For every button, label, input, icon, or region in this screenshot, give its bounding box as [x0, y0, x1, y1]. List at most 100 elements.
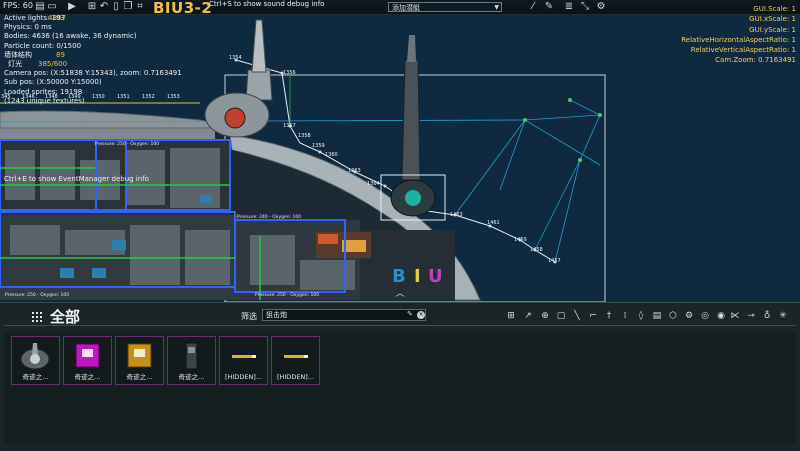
- crop-icon[interactable]: ⌗: [134, 1, 146, 13]
- node-label: 1458: [530, 247, 543, 253]
- turret-icon: [20, 343, 50, 370]
- light-label: 灯光: [8, 59, 22, 68]
- category-title: 全部: [50, 308, 81, 326]
- tool-icon[interactable]: ╲: [571, 310, 583, 322]
- hammer-icon[interactable]: ↗: [522, 310, 534, 322]
- node-label: 1457: [548, 258, 561, 264]
- wrench-icon[interactable]: ⊸: [745, 310, 757, 322]
- bullet-icon: [232, 355, 256, 358]
- list-icon[interactable]: ≣: [563, 1, 575, 13]
- editor-viewport[interactable]: B I U 1354 1356 1357 1358 1359 1360 1363…: [0, 0, 800, 302]
- medkit-icon[interactable]: ⊕: [539, 310, 551, 322]
- ammo-icon[interactable]: ⁞: [619, 310, 631, 322]
- item-list: 奇迹之... 奇迹之... 奇迹之... 奇迹之... [HIDDEN]... …: [4, 333, 796, 445]
- node-label: 1357: [283, 123, 296, 129]
- body-count: Bodies: 4636 (16 awake, 36 dynamic): [4, 32, 137, 41]
- bullet-icon: [284, 355, 308, 358]
- orb-icon[interactable]: ◉: [715, 310, 727, 322]
- room-label: Pressure: 240 - Oxygen: 100: [237, 214, 301, 220]
- room-label: Pressure: 250 - Oxygen: 100: [95, 141, 159, 147]
- dropdown-value: 添加潜艇: [392, 4, 420, 12]
- item-slot[interactable]: 奇迹之...: [115, 336, 164, 385]
- dagger-icon[interactable]: †: [603, 310, 615, 322]
- grid-icon[interactable]: ⊞: [505, 310, 517, 322]
- chevron-up-icon: ︿: [395, 289, 405, 299]
- save-icon[interactable]: ▤: [34, 1, 46, 13]
- gui-yscale: GUI.yScale: 1: [749, 25, 796, 34]
- node-label: 1363: [348, 168, 361, 174]
- filter-label: 筛选: [241, 312, 257, 321]
- camera-pos: Camera pos: (X:51838 Y:15343), zoom: 0.7…: [4, 69, 182, 78]
- bulb-icon[interactable]: ♁: [761, 310, 773, 322]
- item-label: [HIDDEN]...: [276, 373, 315, 381]
- item-label: 奇迹之...: [126, 373, 153, 381]
- hull-letter-i: I: [414, 266, 421, 287]
- node-label: 1358: [298, 133, 311, 139]
- item-label: 奇迹之...: [74, 373, 101, 381]
- filter-input[interactable]: [262, 309, 426, 321]
- shell-icon[interactable]: ◊: [635, 310, 647, 322]
- collapse-panel-button[interactable]: ︿: [393, 289, 407, 299]
- cam-zoom: Cam.Zoom: 0.7163491: [715, 56, 796, 65]
- node-label: 1359: [312, 143, 325, 149]
- loader-icon: [185, 342, 198, 370]
- particle-count: Particle count: 0/1500: [4, 41, 82, 50]
- item-slot[interactable]: 奇迹之...: [63, 336, 112, 385]
- sub-pos: Sub pos: (X:50000 Y:15000): [4, 78, 102, 87]
- horizontal-aspect: RelativeHorizontalAspectRatio: 1: [681, 35, 796, 44]
- gear-icon[interactable]: ⚙: [683, 310, 695, 322]
- panel-divider: [4, 325, 796, 326]
- chip-icon[interactable]: ⬡: [667, 310, 679, 322]
- star-icon[interactable]: ✳: [777, 310, 789, 322]
- room-label: Pressure: 250 - Oxygen: 100: [5, 292, 69, 298]
- room-label: Pressure: 250 - Oxygen: 100: [255, 292, 319, 298]
- undo-icon[interactable]: ↶: [98, 1, 110, 13]
- pencil-icon: ✎: [407, 310, 413, 318]
- node-label: 1360: [325, 152, 338, 158]
- item-label: 奇迹之...: [22, 373, 49, 381]
- pencil-icon[interactable]: ✎: [543, 1, 555, 13]
- item-slot[interactable]: [HIDDEN]...: [271, 336, 320, 385]
- gear-icon[interactable]: ⚙: [595, 1, 607, 13]
- structure-value: 89: [56, 50, 65, 59]
- grid-icon[interactable]: ⊞: [86, 1, 98, 13]
- chevron-down-icon: ▼: [494, 4, 499, 11]
- gui-scale-overlay: GUI.Scale: 1 GUI.xScale: 1 GUI.yScale: 1…: [681, 4, 796, 66]
- node-label: 1463: [450, 212, 463, 218]
- play-icon[interactable]: ▶: [66, 1, 78, 13]
- node-label: 1461: [487, 220, 500, 226]
- ammo-box-icon: [127, 343, 152, 368]
- item-slot[interactable]: 奇迹之...: [11, 336, 60, 385]
- fps-counter: FPS: 60: [3, 1, 33, 10]
- entity-panel: 全部 筛选 ✎ × ⊞ ↗ ⊕ ▢ ╲ ⌐ † ⁞ ◊ ▤ ⬡ ⚙ ◎ ◉ ⋉ …: [0, 302, 800, 451]
- gui-scale: GUI.Scale: 1: [753, 5, 796, 13]
- purple-box-icon: [75, 343, 100, 368]
- node-label: 1356: [283, 70, 296, 76]
- item-slot[interactable]: 奇迹之...: [167, 336, 216, 385]
- item-label: 奇迹之...: [178, 373, 205, 381]
- eventmanager-debug-hint: Ctrl+E to show EventManager debug info: [4, 175, 149, 183]
- debug-overlay: Active lights: 193 4807 Physics: 0 ms Bod…: [4, 14, 182, 106]
- node-label: 1364: [367, 181, 380, 187]
- clear-filter-icon[interactable]: ×: [417, 311, 425, 319]
- arrows-icon[interactable]: ⤡: [579, 1, 591, 13]
- sound-debug-hint: Ctrl+S to show sound debug info: [209, 0, 325, 8]
- gun-icon[interactable]: ⌐: [587, 310, 599, 322]
- debug-value: 4807: [48, 14, 66, 22]
- node-label: 1354: [229, 55, 242, 61]
- node-label: 1459: [514, 237, 527, 243]
- fish-icon[interactable]: ⋉: [729, 310, 741, 322]
- hull-letter-b: B: [392, 266, 406, 287]
- add-submarine-dropdown[interactable]: 添加潜艇 ▼: [388, 2, 502, 12]
- file-icon[interactable]: ▯: [110, 1, 122, 13]
- item-slot[interactable]: [HIDDEN]...: [219, 336, 268, 385]
- light-value: 385/600: [38, 59, 68, 68]
- wiring-icon[interactable]: ⁄: [527, 1, 539, 13]
- gui-xscale: GUI.xScale: 1: [749, 15, 796, 24]
- folder-icon[interactable]: ▭: [46, 1, 58, 13]
- structure-label: 墙体结构: [4, 50, 32, 59]
- computer-icon[interactable]: ▢: [555, 310, 567, 322]
- circle-icon[interactable]: ◎: [699, 310, 711, 322]
- copy-icon[interactable]: ❐: [122, 1, 134, 13]
- book-icon[interactable]: ▤: [651, 310, 663, 322]
